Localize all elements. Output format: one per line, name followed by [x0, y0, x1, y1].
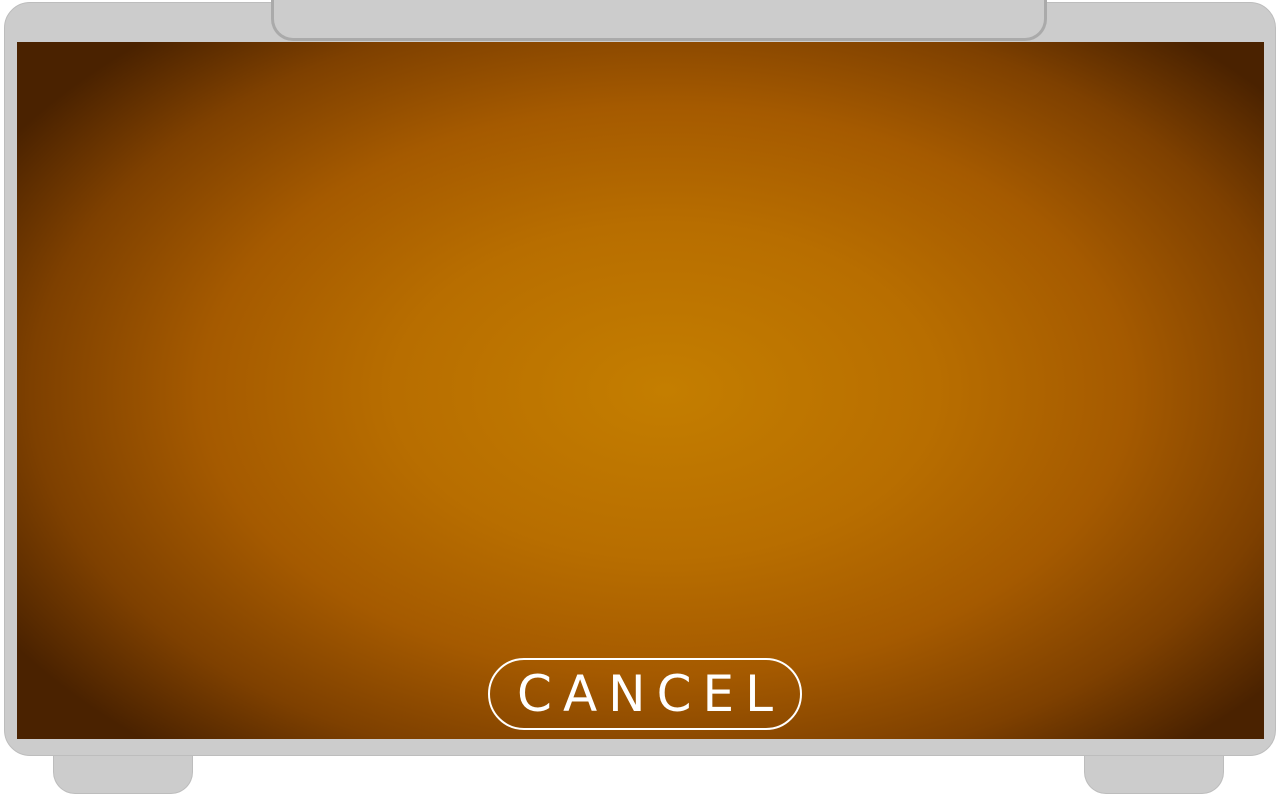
device-foot-left	[53, 756, 193, 794]
device-foot-right	[1084, 756, 1224, 794]
cancel-button[interactable]: CANCEL	[488, 658, 802, 730]
device-top-tab	[271, 0, 1047, 41]
display-screen: CANCEL	[17, 42, 1264, 739]
